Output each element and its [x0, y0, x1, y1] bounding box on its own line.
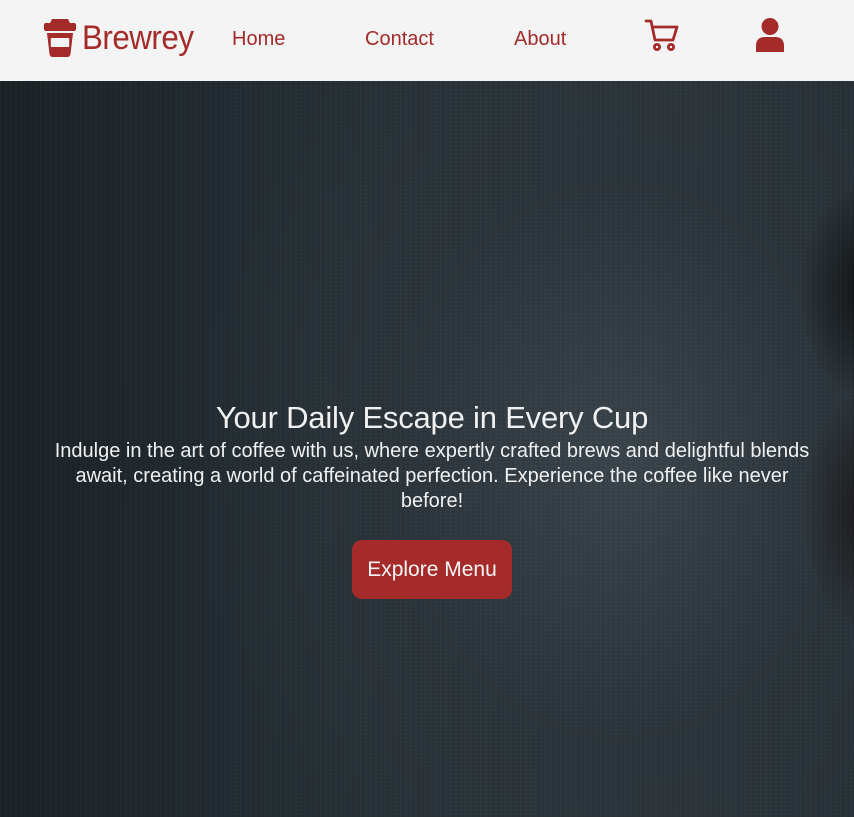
nav-contact-link[interactable]: Contact — [365, 26, 434, 52]
navbar: Brewrey Home Contact About — [0, 0, 854, 81]
hero-subtitle: Indulge in the art of coffee with us, wh… — [54, 440, 810, 512]
cart-icon — [644, 19, 679, 51]
brand-logo[interactable]: Brewrey — [44, 17, 203, 59]
user-account-button[interactable] — [754, 18, 786, 52]
brand-name: Brewrey — [82, 19, 194, 57]
coffee-cup-icon — [44, 19, 76, 57]
hero-title: Your Daily Escape in Every Cup — [215, 400, 649, 435]
explore-menu-button[interactable]: Explore Menu — [352, 540, 512, 599]
hero-content: Your Daily Escape in Every Cup Indulge i… — [40, 399, 824, 599]
hero-section: Your Daily Escape in Every Cup Indulge i… — [0, 81, 854, 817]
cart-button[interactable] — [644, 18, 680, 52]
nav-home-link[interactable]: Home — [232, 26, 285, 52]
nav-about-link[interactable]: About — [514, 26, 566, 52]
user-icon — [756, 18, 784, 52]
